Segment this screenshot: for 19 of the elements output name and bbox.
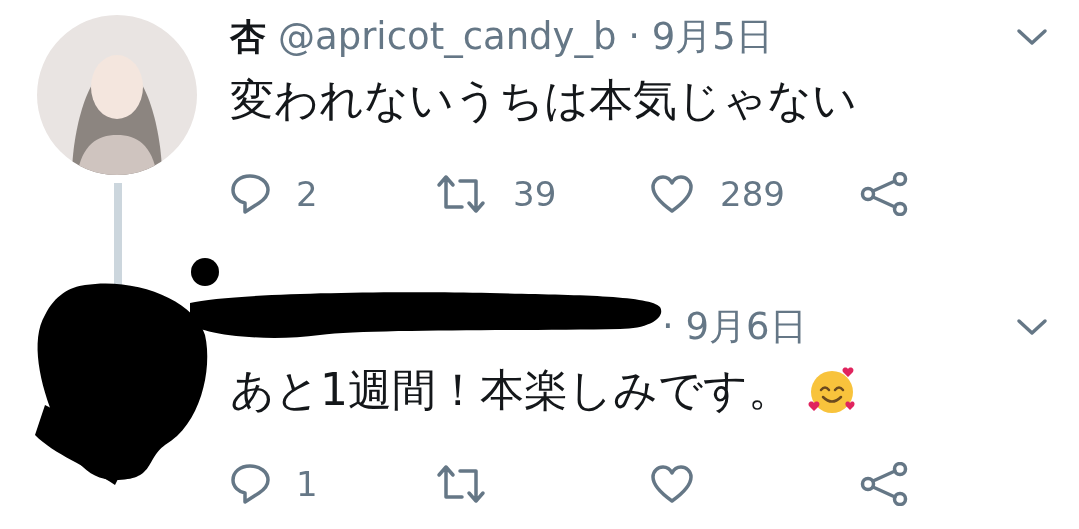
- retweet-count: 39: [513, 174, 557, 214]
- share-icon[interactable]: [860, 172, 908, 216]
- like-count: 289: [720, 174, 785, 214]
- tweet-text: あと1週間！本楽しみです。: [230, 363, 792, 417]
- tweet-meta: @apricot_candy_b · 9月5日: [278, 14, 773, 60]
- caret-icon[interactable]: [1015, 317, 1049, 337]
- user-name: 杏: [230, 14, 266, 59]
- heart-icon[interactable]: [650, 464, 694, 504]
- share-icon[interactable]: [860, 462, 908, 506]
- heart-icon[interactable]: [650, 174, 694, 214]
- retweet-icon[interactable]: [435, 463, 487, 505]
- reply-icon[interactable]: [230, 463, 270, 505]
- reply-count: 2: [296, 174, 318, 214]
- reply-count: 1: [296, 464, 318, 504]
- caret-icon[interactable]: [1015, 27, 1049, 47]
- tweet-meta: · 9月6日: [662, 304, 807, 350]
- reply-icon[interactable]: [230, 173, 270, 215]
- retweet-icon[interactable]: [435, 173, 487, 215]
- tweet-text: 変われないうちは本気じゃない: [230, 73, 857, 127]
